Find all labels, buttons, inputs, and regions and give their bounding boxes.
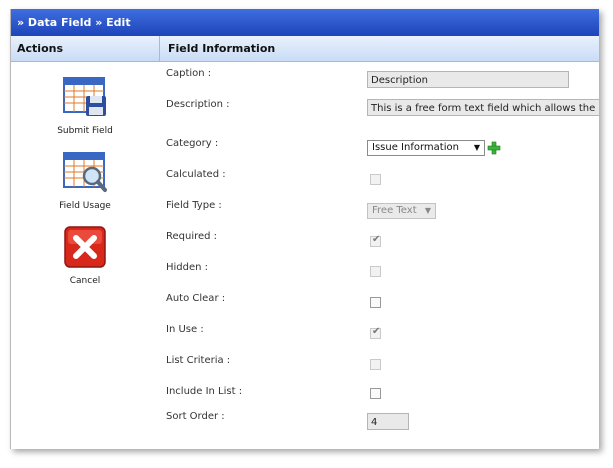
hidden-checkbox[interactable]	[370, 266, 381, 277]
include-in-list-checkbox[interactable]	[370, 388, 381, 399]
field-usage-button[interactable]: Field Usage	[11, 149, 159, 211]
submit-field-icon	[62, 74, 108, 120]
cancel-button[interactable]: Cancel	[11, 224, 159, 286]
section-headers: Actions Field Information	[11, 36, 599, 62]
actions-header: Actions	[17, 42, 63, 55]
in-use-label: In Use :	[166, 324, 204, 335]
in-use-checkbox[interactable]: ✔	[370, 326, 381, 339]
list-criteria-label: List Criteria :	[166, 355, 231, 366]
sort-order-input[interactable]: 4	[367, 413, 409, 430]
cancel-icon	[62, 224, 108, 270]
field-usage-icon	[62, 149, 108, 195]
category-label: Category :	[166, 138, 219, 149]
header-divider	[159, 36, 160, 62]
calculated-checkbox[interactable]	[370, 174, 381, 185]
caption-label: Caption :	[166, 68, 212, 79]
sort-order-label: Sort Order :	[166, 411, 225, 422]
checkmark-icon: ✔	[372, 326, 381, 337]
checkmark-icon: ✔	[372, 234, 381, 245]
submit-field-button[interactable]: Submit Field	[11, 74, 159, 136]
auto-clear-label: Auto Clear :	[166, 293, 226, 304]
field-type-label: Field Type :	[166, 200, 222, 211]
description-input[interactable]: This is a free form text field which all…	[367, 99, 599, 116]
field-usage-label: Field Usage	[59, 201, 111, 211]
torn-edge-decoration	[11, 438, 599, 449]
description-label: Description :	[166, 99, 230, 110]
required-label: Required :	[166, 231, 218, 242]
chevron-down-icon: ▼	[473, 143, 480, 152]
chevron-down-icon: ▼	[424, 206, 431, 215]
actions-panel: Submit Field Field Usage Cancel	[11, 62, 159, 449]
page-title: » Data Field » Edit	[11, 9, 599, 36]
auto-clear-checkbox[interactable]	[370, 297, 381, 308]
include-in-list-label: Include In List :	[166, 386, 243, 397]
field-information-header: Field Information	[168, 42, 276, 55]
caption-input[interactable]: Description	[367, 71, 569, 88]
add-category-icon[interactable]	[487, 141, 501, 155]
category-select[interactable]: Issue Information ▼	[367, 140, 485, 156]
submit-field-label: Submit Field	[57, 126, 113, 136]
field-type-select[interactable]: Free Text ▼	[367, 203, 436, 219]
list-criteria-checkbox[interactable]	[370, 359, 381, 370]
hidden-label: Hidden :	[166, 262, 209, 273]
category-value: Issue Information	[372, 142, 459, 153]
cancel-label: Cancel	[69, 276, 101, 286]
calculated-label: Calculated :	[166, 169, 226, 180]
field-type-value: Free Text	[372, 205, 417, 216]
edit-window: » Data Field » Edit Actions Field Inform…	[10, 9, 599, 449]
required-checkbox[interactable]: ✔	[370, 234, 381, 247]
